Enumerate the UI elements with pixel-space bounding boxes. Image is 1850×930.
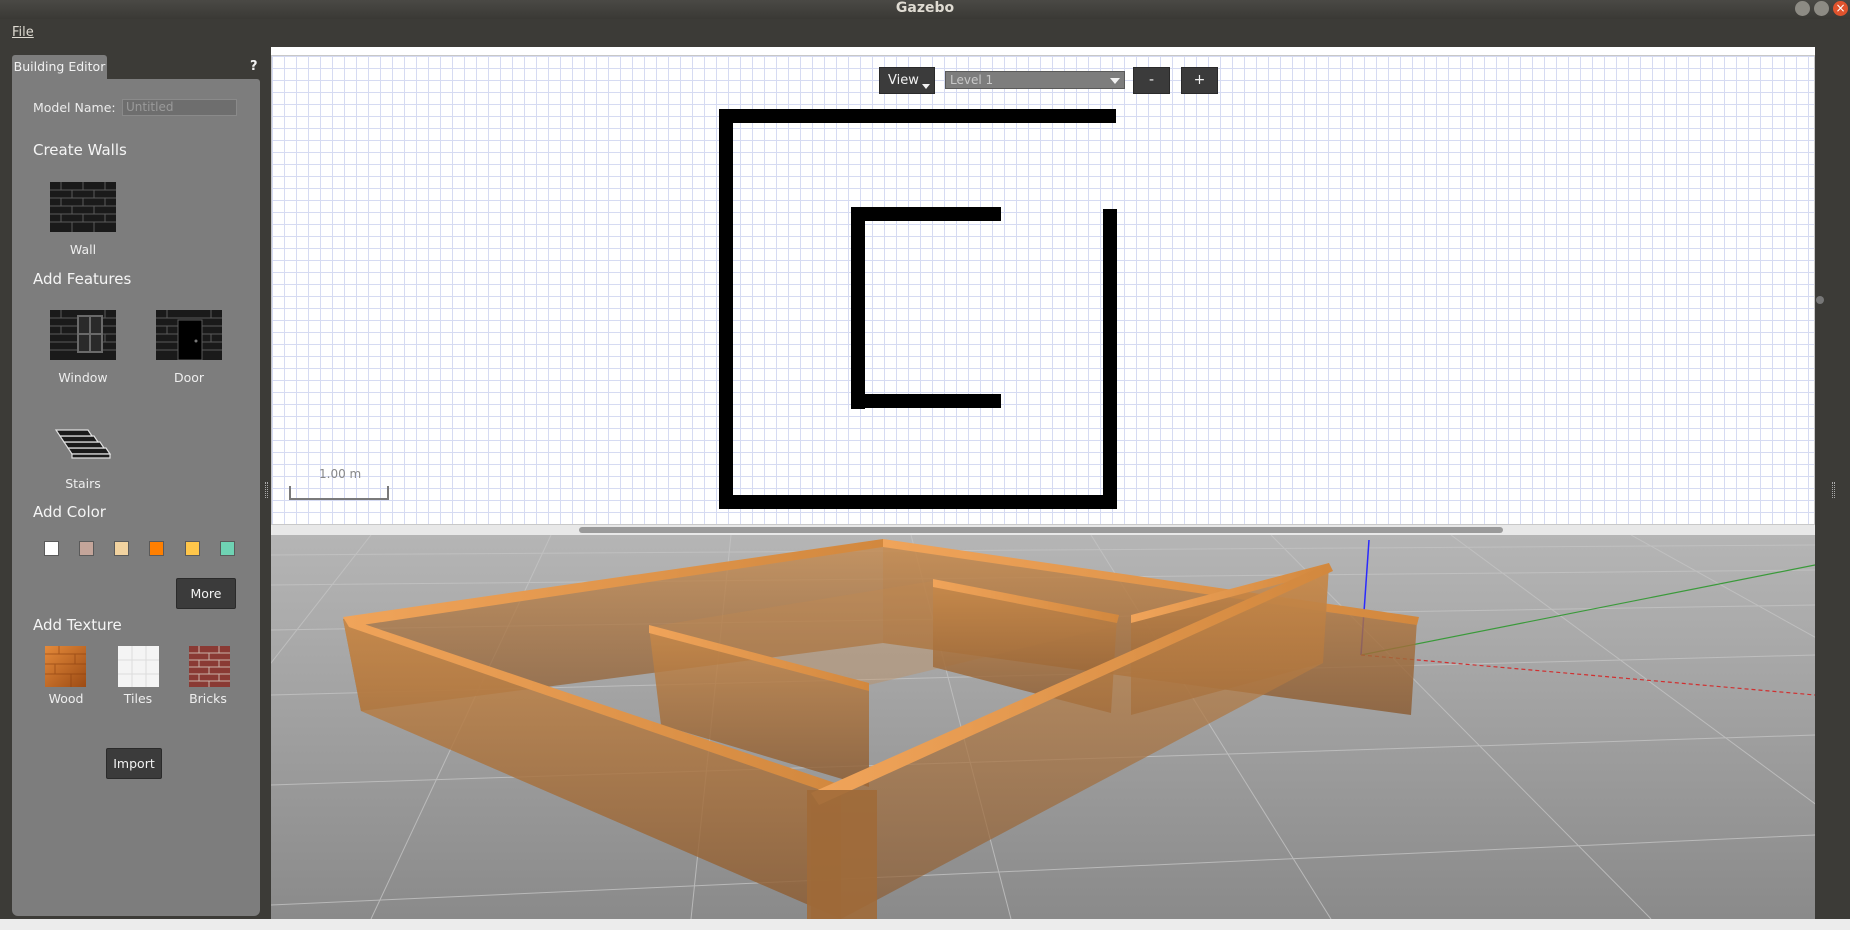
view-button-label: View <box>888 73 919 88</box>
color-swatch-white[interactable] <box>44 541 59 556</box>
wall-segment[interactable] <box>851 207 865 409</box>
bricks-texture-icon <box>189 646 230 687</box>
close-button[interactable]: × <box>1833 1 1848 16</box>
horizontal-scroll-thumb[interactable] <box>579 527 1503 533</box>
door-icon <box>156 310 222 361</box>
wall-segment[interactable] <box>851 394 1001 408</box>
right-splitter-handle[interactable] <box>1832 482 1835 498</box>
bottom-status-strip <box>0 919 1850 930</box>
window-caption: Window <box>58 370 108 385</box>
add-features-heading: Add Features <box>33 270 132 288</box>
model-name-label: Model Name: <box>33 100 116 115</box>
horizontal-scrollbar[interactable] <box>271 525 1815 535</box>
wall-tool-button[interactable] <box>50 182 116 232</box>
bricks-caption: Bricks <box>189 691 227 706</box>
more-colors-button[interactable]: More <box>176 578 236 609</box>
tiles-texture-icon <box>118 646 159 687</box>
zoom-in-button[interactable]: + <box>1181 67 1218 94</box>
wall-segment[interactable] <box>719 109 733 508</box>
stairs-icon <box>54 429 112 459</box>
scale-label: 1.00 m <box>319 467 362 481</box>
tiles-caption: Tiles <box>123 691 153 706</box>
view-dropdown-caret-icon <box>922 84 930 89</box>
window-icon <box>50 310 116 360</box>
add-color-heading: Add Color <box>33 503 106 521</box>
window-tool-button[interactable] <box>50 310 116 360</box>
wood-texture-icon <box>45 646 86 687</box>
tiles-texture-button[interactable] <box>118 646 159 687</box>
building-editor-dock: Building Editor ? Model Name: Untitled C… <box>0 47 271 930</box>
scene-3d-render <box>271 535 1815 919</box>
stairs-tool-button[interactable] <box>50 416 116 466</box>
wall-segment[interactable] <box>1103 209 1117 509</box>
building-editor-panel: Model Name: Untitled Create Walls Wall A… <box>12 79 260 916</box>
level-dropdown-caret-icon <box>1110 78 1120 84</box>
door-tool-button[interactable] <box>156 310 222 361</box>
right-gutter <box>1815 47 1850 930</box>
wall-icon <box>50 182 116 232</box>
color-swatch-amber[interactable] <box>185 541 200 556</box>
window-titlebar: Gazebo × <box>0 0 1850 19</box>
scene-3d-view[interactable] <box>271 535 1815 919</box>
window-title: Gazebo <box>895 0 955 16</box>
door-caption: Door <box>173 370 205 385</box>
menubar: File <box>0 19 1850 47</box>
create-walls-heading: Create Walls <box>33 141 127 159</box>
level-select[interactable]: Level 1 <box>945 71 1125 89</box>
dock-splitter-handle[interactable] <box>265 482 268 498</box>
minimize-button[interactable] <box>1795 1 1810 16</box>
add-texture-heading: Add Texture <box>33 616 122 634</box>
wall-segment[interactable] <box>719 109 1116 123</box>
bricks-texture-button[interactable] <box>189 646 230 687</box>
import-button[interactable]: Import <box>106 748 162 779</box>
zoom-out-button[interactable]: - <box>1133 67 1170 94</box>
level-select-value: Level 1 <box>950 73 994 87</box>
color-swatch-rosy-brown[interactable] <box>79 541 94 556</box>
color-swatch-wheat[interactable] <box>114 541 129 556</box>
wall-segment[interactable] <box>719 495 1116 509</box>
help-button[interactable]: ? <box>250 59 258 74</box>
color-swatch-orange[interactable] <box>149 541 164 556</box>
wall-segment[interactable] <box>851 207 1001 221</box>
color-swatch-aquamarine[interactable] <box>220 541 235 556</box>
tab-building-editor[interactable]: Building Editor <box>12 55 107 79</box>
vertical-scroll-handle[interactable] <box>1816 296 1824 304</box>
maximize-button[interactable] <box>1814 1 1829 16</box>
stairs-caption: Stairs <box>65 476 101 491</box>
view-menu-button[interactable]: View <box>879 67 935 94</box>
wall-caption: Wall <box>69 242 97 257</box>
wood-texture-button[interactable] <box>45 646 86 687</box>
floorplan-2d-editor[interactable]: View Level 1 - + 1.00 m <box>271 55 1815 525</box>
scale-bar-icon <box>289 486 389 500</box>
model-name-input[interactable]: Untitled <box>122 99 237 116</box>
wood-caption: Wood <box>48 691 84 706</box>
menu-file[interactable]: File <box>12 25 34 40</box>
